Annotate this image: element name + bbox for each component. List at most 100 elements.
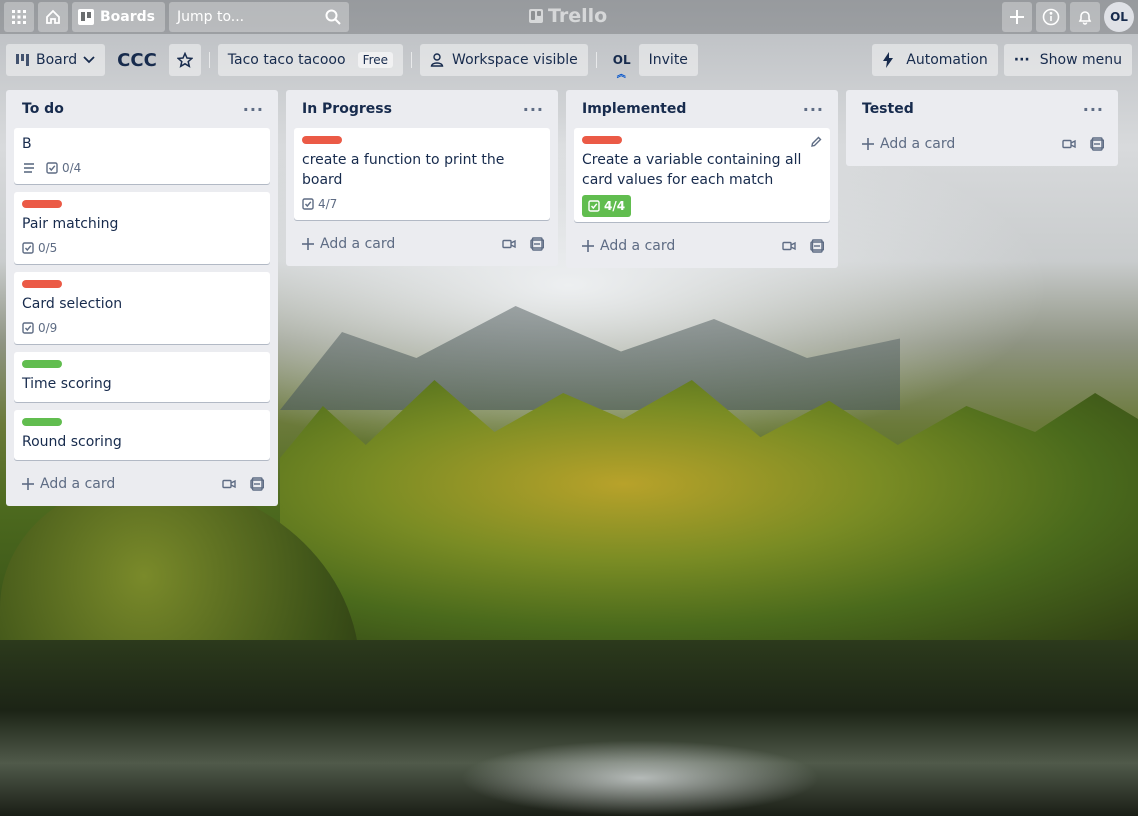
list-to-do: To do ··· B 0/4 Pair matching 0/5 Card s…	[6, 90, 278, 506]
add-card-button[interactable]: Add a card	[302, 236, 395, 252]
checklist-icon	[588, 200, 600, 212]
card-title: create a function to print the board	[302, 152, 505, 188]
template-icon[interactable]	[1090, 137, 1104, 151]
workspace-button[interactable]: Taco taco tacooo Free	[217, 44, 404, 76]
add-card-tools	[1062, 137, 1104, 151]
card-title: Round scoring	[22, 434, 122, 450]
checklist-icon	[46, 162, 58, 174]
list-title[interactable]: In Progress	[302, 101, 392, 117]
people-icon	[430, 52, 446, 68]
card-title: Pair matching	[22, 216, 119, 232]
info-icon	[1042, 8, 1060, 26]
board-view-icon	[16, 54, 30, 66]
card[interactable]: Time scoring	[14, 352, 270, 402]
list-menu-icon[interactable]: ···	[803, 100, 824, 119]
template-icon[interactable]	[250, 477, 264, 491]
workspace-name: Taco taco tacooo	[227, 52, 346, 68]
video-icon[interactable]	[1062, 139, 1076, 149]
video-icon[interactable]	[782, 241, 796, 251]
automation-button[interactable]: Automation	[872, 44, 998, 76]
checklist-count: 4/7	[318, 197, 338, 211]
add-card-button[interactable]: Add a card	[582, 238, 675, 254]
top-navigation: Boards Jump to... Trello OL	[0, 0, 1138, 34]
card-label-red[interactable]	[302, 136, 342, 144]
plan-badge: Free	[357, 52, 394, 68]
user-avatar[interactable]: OL	[1104, 2, 1134, 32]
checklist-count: 0/4	[62, 161, 82, 175]
show-menu-button[interactable]: ··· Show menu	[1003, 44, 1132, 76]
card-title: Card selection	[22, 296, 123, 312]
list-menu-icon[interactable]: ···	[243, 100, 264, 119]
member-avatar[interactable]: OL ︽	[605, 53, 639, 80]
search-input[interactable]: Jump to...	[169, 2, 349, 32]
add-card-button[interactable]: Add a card	[22, 476, 115, 492]
list-title[interactable]: Implemented	[582, 101, 686, 117]
card-label-red[interactable]	[22, 200, 62, 208]
list-menu-icon[interactable]: ···	[523, 100, 544, 119]
divider	[595, 52, 597, 68]
plus-icon	[582, 240, 594, 252]
member-initials: OL	[612, 53, 631, 67]
add-card-row: Add a card	[574, 230, 830, 262]
visibility-button[interactable]: Workspace visible	[420, 44, 588, 76]
star-button[interactable]	[168, 44, 201, 76]
board-view-switcher[interactable]: Board	[6, 44, 106, 76]
search-placeholder: Jump to...	[177, 9, 245, 25]
card-badges: 0/9	[22, 318, 262, 338]
list-menu-icon[interactable]: ···	[1083, 100, 1104, 119]
plus-icon	[302, 238, 314, 250]
card-label-green[interactable]	[22, 360, 62, 368]
list-header: In Progress ···	[294, 90, 550, 128]
more-icon: ···	[1013, 52, 1030, 68]
invite-button[interactable]: Invite	[638, 44, 698, 76]
add-card-row: Add a card	[294, 228, 550, 260]
app-switcher-button[interactable]	[4, 2, 34, 32]
pencil-icon[interactable]	[810, 136, 822, 148]
trello-logo[interactable]: Trello	[529, 5, 607, 27]
plus-icon	[862, 138, 874, 150]
show-menu-label: Show menu	[1039, 52, 1122, 68]
automation-label: Automation	[906, 52, 988, 68]
boards-button[interactable]: Boards	[72, 2, 165, 32]
card-badges: 0/5	[22, 238, 262, 258]
list-title[interactable]: Tested	[862, 101, 914, 117]
template-icon[interactable]	[530, 237, 544, 251]
card-label-red[interactable]	[22, 280, 62, 288]
card-badges: 4/7	[302, 194, 542, 214]
checklist-badge-complete: 4/4	[582, 195, 632, 217]
admin-chevron-icon: ︽	[616, 70, 626, 80]
home-button[interactable]	[38, 2, 68, 32]
add-card-label: Add a card	[40, 476, 116, 492]
board-icon	[78, 9, 94, 25]
card-label-red[interactable]	[582, 136, 622, 144]
card[interactable]: Create a variable containing all card va…	[574, 128, 830, 222]
card[interactable]: Pair matching 0/5	[14, 192, 270, 264]
card[interactable]: B 0/4	[14, 128, 270, 184]
checklist-badge: 0/4	[46, 161, 81, 175]
video-icon[interactable]	[502, 239, 516, 249]
add-card-label: Add a card	[600, 238, 676, 254]
add-card-button[interactable]: Add a card	[862, 136, 955, 152]
card[interactable]: create a function to print the board 4/7	[294, 128, 550, 220]
description-icon	[22, 162, 36, 174]
boards-label: Boards	[100, 9, 155, 25]
list-implemented: Implemented ··· Create a variable contai…	[566, 90, 838, 268]
add-card-label: Add a card	[880, 136, 956, 152]
background-reflection	[460, 740, 820, 816]
board-view-label: Board	[36, 52, 78, 68]
create-button[interactable]	[1002, 2, 1032, 32]
home-icon	[45, 9, 61, 25]
video-icon[interactable]	[222, 479, 236, 489]
card-label-green[interactable]	[22, 418, 62, 426]
lightning-icon	[882, 52, 894, 68]
board-title[interactable]: CCC	[105, 50, 169, 71]
card[interactable]: Round scoring	[14, 410, 270, 460]
bell-icon	[1077, 9, 1093, 25]
card[interactable]: Card selection 0/9	[14, 272, 270, 344]
template-icon[interactable]	[810, 239, 824, 253]
notifications-button[interactable]	[1070, 2, 1100, 32]
card-badges: 4/4	[582, 195, 822, 217]
info-button[interactable]	[1036, 2, 1066, 32]
checklist-icon	[22, 322, 34, 334]
list-title[interactable]: To do	[22, 101, 64, 117]
